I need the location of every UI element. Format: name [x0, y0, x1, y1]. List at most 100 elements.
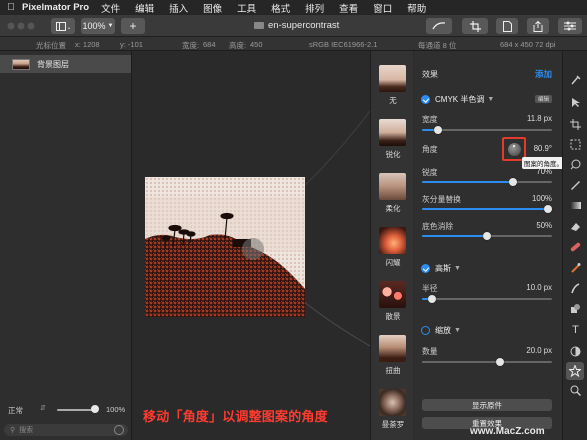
preset-soften[interactable]: 柔化: [379, 173, 407, 214]
clone-icon[interactable]: [570, 262, 581, 273]
zoom-dropdown[interactable]: 100% ▼: [81, 18, 115, 34]
sidebar-toggle-button[interactable]: ⌄: [51, 18, 75, 34]
checkmark-icon[interactable]: [421, 264, 430, 273]
sharpness-label: 锐度: [422, 168, 438, 177]
ucr-value[interactable]: 50%: [536, 221, 552, 230]
adjust-button[interactable]: [558, 18, 582, 34]
smudge-icon[interactable]: [570, 283, 581, 294]
slider-knob[interactable]: [433, 126, 442, 134]
angle-row: 角度 80.9°: [422, 144, 552, 155]
pen-icon[interactable]: [570, 179, 581, 190]
slider-knob[interactable]: [544, 205, 552, 213]
add-button[interactable]: +: [121, 18, 145, 34]
crop-button[interactable]: [462, 18, 488, 34]
text-icon[interactable]: T: [570, 324, 581, 336]
menu-file[interactable]: 文件: [101, 1, 120, 15]
menu-help[interactable]: 帮助: [407, 1, 426, 15]
menu-view[interactable]: 查看: [339, 1, 358, 15]
gcr-row: 灰分量替换 100%: [422, 194, 552, 205]
amount-value[interactable]: 20.0 px: [526, 346, 552, 355]
effects-icon[interactable]: [566, 362, 584, 380]
menu-insert[interactable]: 插入: [169, 1, 188, 15]
effect-cmyk-title: CMYK 半色调: [435, 95, 485, 104]
menu-image[interactable]: 图像: [203, 1, 222, 15]
opacity-slider-knob[interactable]: [91, 405, 99, 413]
preset-none[interactable]: 无: [379, 65, 407, 106]
share-button[interactable]: [527, 18, 549, 34]
sharpness-slider[interactable]: [422, 178, 552, 186]
blend-mode-select[interactable]: 正常: [8, 405, 23, 416]
eraser-icon[interactable]: [570, 221, 581, 232]
halftone-photo: [145, 177, 305, 317]
chevron-down-icon: ▼: [107, 23, 114, 29]
angle-label: 角度: [422, 145, 438, 154]
layers-search[interactable]: ⚲ 搜索: [4, 424, 128, 436]
arrow-icon[interactable]: [570, 97, 581, 108]
show-original-button[interactable]: 显示原件: [422, 399, 552, 411]
crop-icon[interactable]: [570, 119, 581, 130]
preset-sharpen[interactable]: 锐化: [379, 119, 407, 160]
radius-slider[interactable]: [422, 295, 552, 303]
effect-gaussian-title: 高斯: [435, 264, 451, 273]
layer-name: 背景图层: [37, 59, 69, 69]
repair-icon[interactable]: [570, 241, 581, 252]
slider-knob[interactable]: [509, 178, 517, 186]
gcr-value[interactable]: 100%: [532, 194, 552, 203]
zoom-icon[interactable]: [570, 385, 581, 396]
width-value[interactable]: 11.8 px: [527, 114, 552, 123]
effect-gaussian-header[interactable]: 高斯 ▼: [421, 263, 461, 274]
preset-glow[interactable]: 闪耀: [379, 227, 407, 268]
filter-icon[interactable]: [114, 425, 124, 435]
apple-menu-icon[interactable]: : [0, 2, 22, 13]
app-menu[interactable]: Pixelmator Pro: [22, 2, 89, 13]
menu-window[interactable]: 窗口: [373, 1, 392, 15]
sharpness-value[interactable]: 70%: [536, 167, 552, 176]
slider-knob[interactable]: [496, 358, 504, 366]
slider-fill: [422, 208, 552, 210]
new-document-button[interactable]: [496, 18, 518, 34]
canvas-area[interactable]: 移动「角度」以调整图案的角度: [132, 51, 370, 440]
edit-button[interactable]: 编辑: [535, 95, 552, 103]
preset-distort[interactable]: 扭曲: [379, 335, 407, 376]
preset-thumbnail: [379, 119, 406, 146]
angle-dial[interactable]: [508, 143, 521, 156]
layer-row[interactable]: 背景图层: [0, 55, 131, 73]
paint-brush-icon[interactable]: [570, 75, 581, 86]
gcr-slider[interactable]: [422, 205, 552, 213]
width-value: 684: [203, 40, 216, 49]
radius-value[interactable]: 10.0 px: [526, 283, 552, 292]
eyedropper-icon[interactable]: [570, 159, 581, 170]
effect-presets: 无 锐化 柔化 闪耀 散景 扭曲 曼荼罗: [370, 51, 413, 440]
add-effect-button[interactable]: 添加: [535, 68, 552, 80]
slider-knob[interactable]: [483, 232, 491, 240]
toggle-ring-icon[interactable]: [421, 326, 430, 335]
effect-zoom-header[interactable]: 缩放 ▼: [421, 325, 461, 336]
ucr-slider[interactable]: [422, 232, 552, 240]
menu-arrange[interactable]: 排列: [305, 1, 324, 15]
selection-icon[interactable]: [570, 139, 581, 150]
slider-knob[interactable]: [428, 295, 437, 303]
ucr-label: 底色消除: [422, 222, 454, 231]
paint-button[interactable]: [426, 18, 452, 34]
width-slider[interactable]: [422, 126, 552, 134]
image-dimensions: 684 x 450 72 dpi: [500, 40, 556, 49]
effect-cmyk-header[interactable]: CMYK 半色调 ▼: [421, 94, 494, 105]
crop-icon: [469, 20, 481, 32]
checkmark-icon[interactable]: [421, 95, 430, 104]
share-icon: [533, 20, 543, 32]
preset-thumbnail: [379, 281, 406, 308]
menu-tools[interactable]: 工具: [237, 1, 256, 15]
shape-icon[interactable]: [570, 303, 581, 314]
menu-format[interactable]: 格式: [271, 1, 290, 15]
angle-value[interactable]: 80.9°: [534, 144, 552, 153]
color-adjust-icon[interactable]: [570, 346, 581, 357]
sliders-icon: [564, 21, 576, 31]
menu-edit[interactable]: 编辑: [135, 1, 154, 15]
preset-mandala[interactable]: 曼荼罗: [379, 389, 407, 430]
preset-bokeh[interactable]: 散景: [379, 281, 407, 322]
gradient-icon[interactable]: [570, 200, 581, 211]
image-canvas[interactable]: [145, 177, 305, 317]
radius-label: 半径: [422, 284, 438, 293]
amount-slider[interactable]: [422, 358, 552, 366]
zoom-value: 100%: [82, 21, 106, 31]
